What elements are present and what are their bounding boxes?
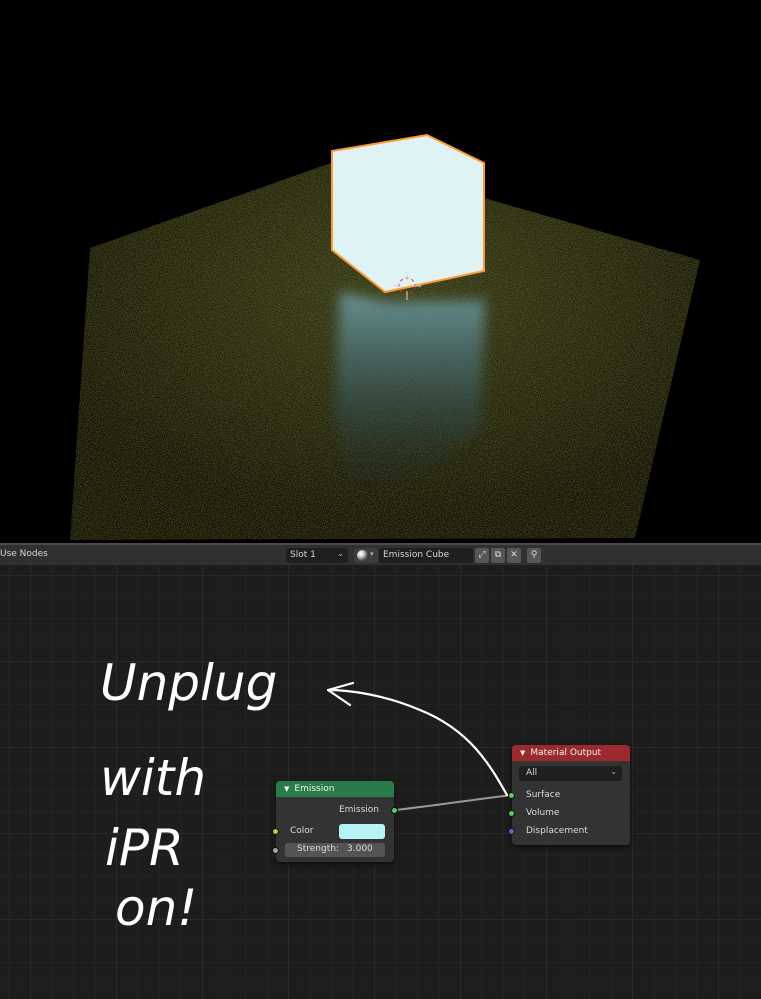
strength-label: Strength: [297,844,339,854]
displacement-input-socket[interactable] [508,828,515,835]
material-sphere-icon [357,550,368,561]
color-input-socket[interactable] [272,828,279,835]
target-dropdown[interactable]: All ⌄ [519,766,622,781]
material-output-node[interactable]: ▼ Material Output All ⌄ Surface Volume Di… [508,745,630,845]
node-title: Emission [294,784,335,794]
strength-input-socket[interactable] [272,847,279,854]
collapse-triangle-icon[interactable]: ▼ [284,785,289,793]
node-editor-canvas[interactable]: Unplug with iPR on! ▼ Emission Emission C… [0,565,761,999]
emission-cube [331,133,485,294]
emission-output-socket[interactable] [391,807,398,814]
collapse-triangle-icon[interactable]: ▼ [520,749,525,757]
node-link [395,794,513,811]
color-swatch[interactable] [339,824,385,839]
annotation-line: with [100,749,206,807]
displacement-label: Displacement [526,826,588,836]
use-nodes-label[interactable]: Use Nodes [0,549,48,559]
surface-label: Surface [526,790,561,800]
chevron-down-icon: ⌄ [610,767,617,776]
target-value: All [526,768,538,778]
volume-label: Volume [526,808,560,818]
node-editor-header: Use Nodes Slot 1 ⌄ ▾ Emission Cube ⤢ ⧉ ✕… [0,543,761,565]
duplicate-icon[interactable]: ⧉ [491,548,505,563]
node-header[interactable]: ▼ Material Output [512,745,630,761]
slot-value: Slot 1 [290,550,316,560]
3d-viewport[interactable] [0,0,761,543]
annotation-line: iPR [105,819,184,877]
node-header[interactable]: ▼ Emission [276,781,394,797]
annotation-arrow [326,688,509,797]
chevron-down-icon: ▾ [370,550,374,558]
strength-field[interactable]: Strength: 3.000 [285,843,385,857]
emission-node[interactable]: ▼ Emission Emission Color Strength: 3.000 [272,781,398,862]
volume-input-socket[interactable] [508,810,515,817]
fake-user-icon[interactable]: ⤢ [475,548,489,563]
material-name-field[interactable]: Emission Cube [379,548,473,563]
render-view [70,133,700,540]
slot-dropdown[interactable]: Slot 1 ⌄ [286,548,348,563]
annotation-arrowhead [326,681,355,707]
browse-material-button[interactable]: ▾ [354,548,378,563]
annotation-line: Unplug [100,654,277,712]
surface-input-socket[interactable] [508,792,515,799]
annotation-text: Unplug with iPR on! [100,654,277,937]
color-label: Color [290,826,314,836]
close-icon[interactable]: ✕ [507,548,521,563]
node-title: Material Output [530,748,602,758]
output-label: Emission [338,805,379,815]
strength-value: 3.000 [347,844,373,854]
annotation-line: on! [115,879,197,937]
pin-icon[interactable]: ⚲ [527,548,541,563]
chevron-down-icon: ⌄ [337,549,344,558]
